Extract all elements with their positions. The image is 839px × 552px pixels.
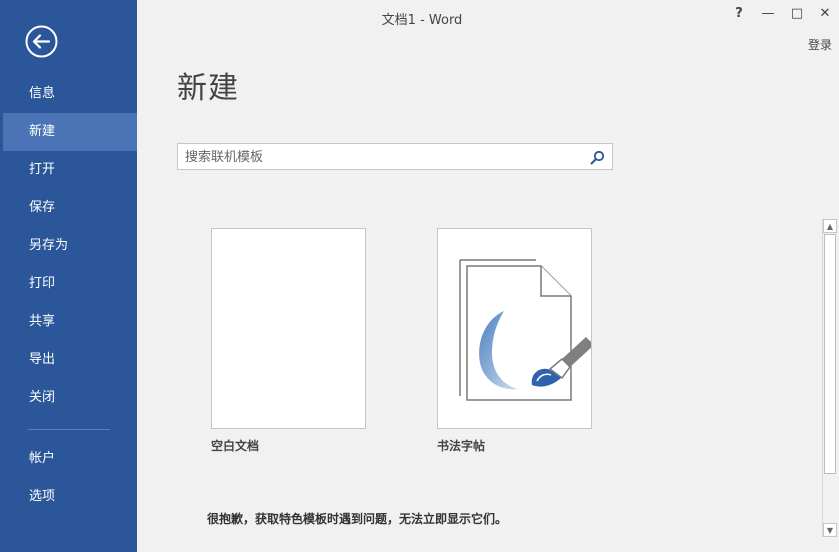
sidebar-item-options[interactable]: 选项 xyxy=(0,478,137,516)
sidebar-divider xyxy=(28,429,110,430)
sidebar-item-save[interactable]: 保存 xyxy=(0,189,137,227)
sidebar-item-account[interactable]: 帐户 xyxy=(0,440,137,478)
template-calligraphy[interactable]: 书法字帖 xyxy=(437,228,592,454)
template-label[interactable]: 书法字帖 xyxy=(437,437,592,454)
sidebar-item-new[interactable]: 新建 xyxy=(3,113,137,151)
sidebar-item-print[interactable]: 打印 xyxy=(0,265,137,303)
vertical-scrollbar[interactable]: ▲ ▼ xyxy=(822,219,837,537)
close-button[interactable]: ✕ xyxy=(812,4,838,24)
scroll-thumb[interactable] xyxy=(824,234,836,474)
maximize-button[interactable]: □ xyxy=(784,4,810,24)
template-label[interactable]: 空白文档 xyxy=(211,437,366,454)
template-error-message: 很抱歉，获取特色模板时遇到问题，无法立即显示它们。 xyxy=(207,512,508,526)
window-title: 文档1 - Word xyxy=(381,13,463,28)
template-thumbnail[interactable] xyxy=(437,228,592,429)
backstage-sidebar: 信息 新建 打开 保存 另存为 打印 共享 导出 关闭 帐户 选项 xyxy=(0,0,137,552)
sidebar-item-open[interactable]: 打开 xyxy=(0,151,137,189)
search-box xyxy=(177,143,613,170)
sidebar-item-close[interactable]: 关闭 xyxy=(0,379,137,417)
help-button[interactable]: ? xyxy=(726,4,752,24)
scroll-down-icon[interactable]: ▼ xyxy=(823,523,837,537)
sidebar-item-info[interactable]: 信息 xyxy=(0,75,137,113)
search-input[interactable] xyxy=(185,148,580,166)
minimize-button[interactable]: — xyxy=(755,4,781,24)
page-title: 新建 xyxy=(177,71,239,106)
template-thumbnail[interactable] xyxy=(211,228,366,429)
back-arrow-icon[interactable] xyxy=(25,25,58,58)
login-link[interactable]: 登录 xyxy=(808,36,832,53)
sidebar-item-save-as[interactable]: 另存为 xyxy=(0,227,137,265)
sidebar-item-share[interactable]: 共享 xyxy=(0,303,137,341)
search-icon[interactable] xyxy=(590,150,605,165)
sidebar-item-export[interactable]: 导出 xyxy=(0,341,137,379)
template-blank-document[interactable]: 空白文档 xyxy=(211,228,366,454)
scroll-up-icon[interactable]: ▲ xyxy=(823,219,837,233)
sidebar-nav: 信息 新建 打开 保存 另存为 打印 共享 导出 关闭 帐户 选项 xyxy=(0,75,137,516)
brush-document-icon xyxy=(459,259,591,401)
word-backstage-window: 信息 新建 打开 保存 另存为 打印 共享 导出 关闭 帐户 选项 文档1 - … xyxy=(0,0,839,552)
